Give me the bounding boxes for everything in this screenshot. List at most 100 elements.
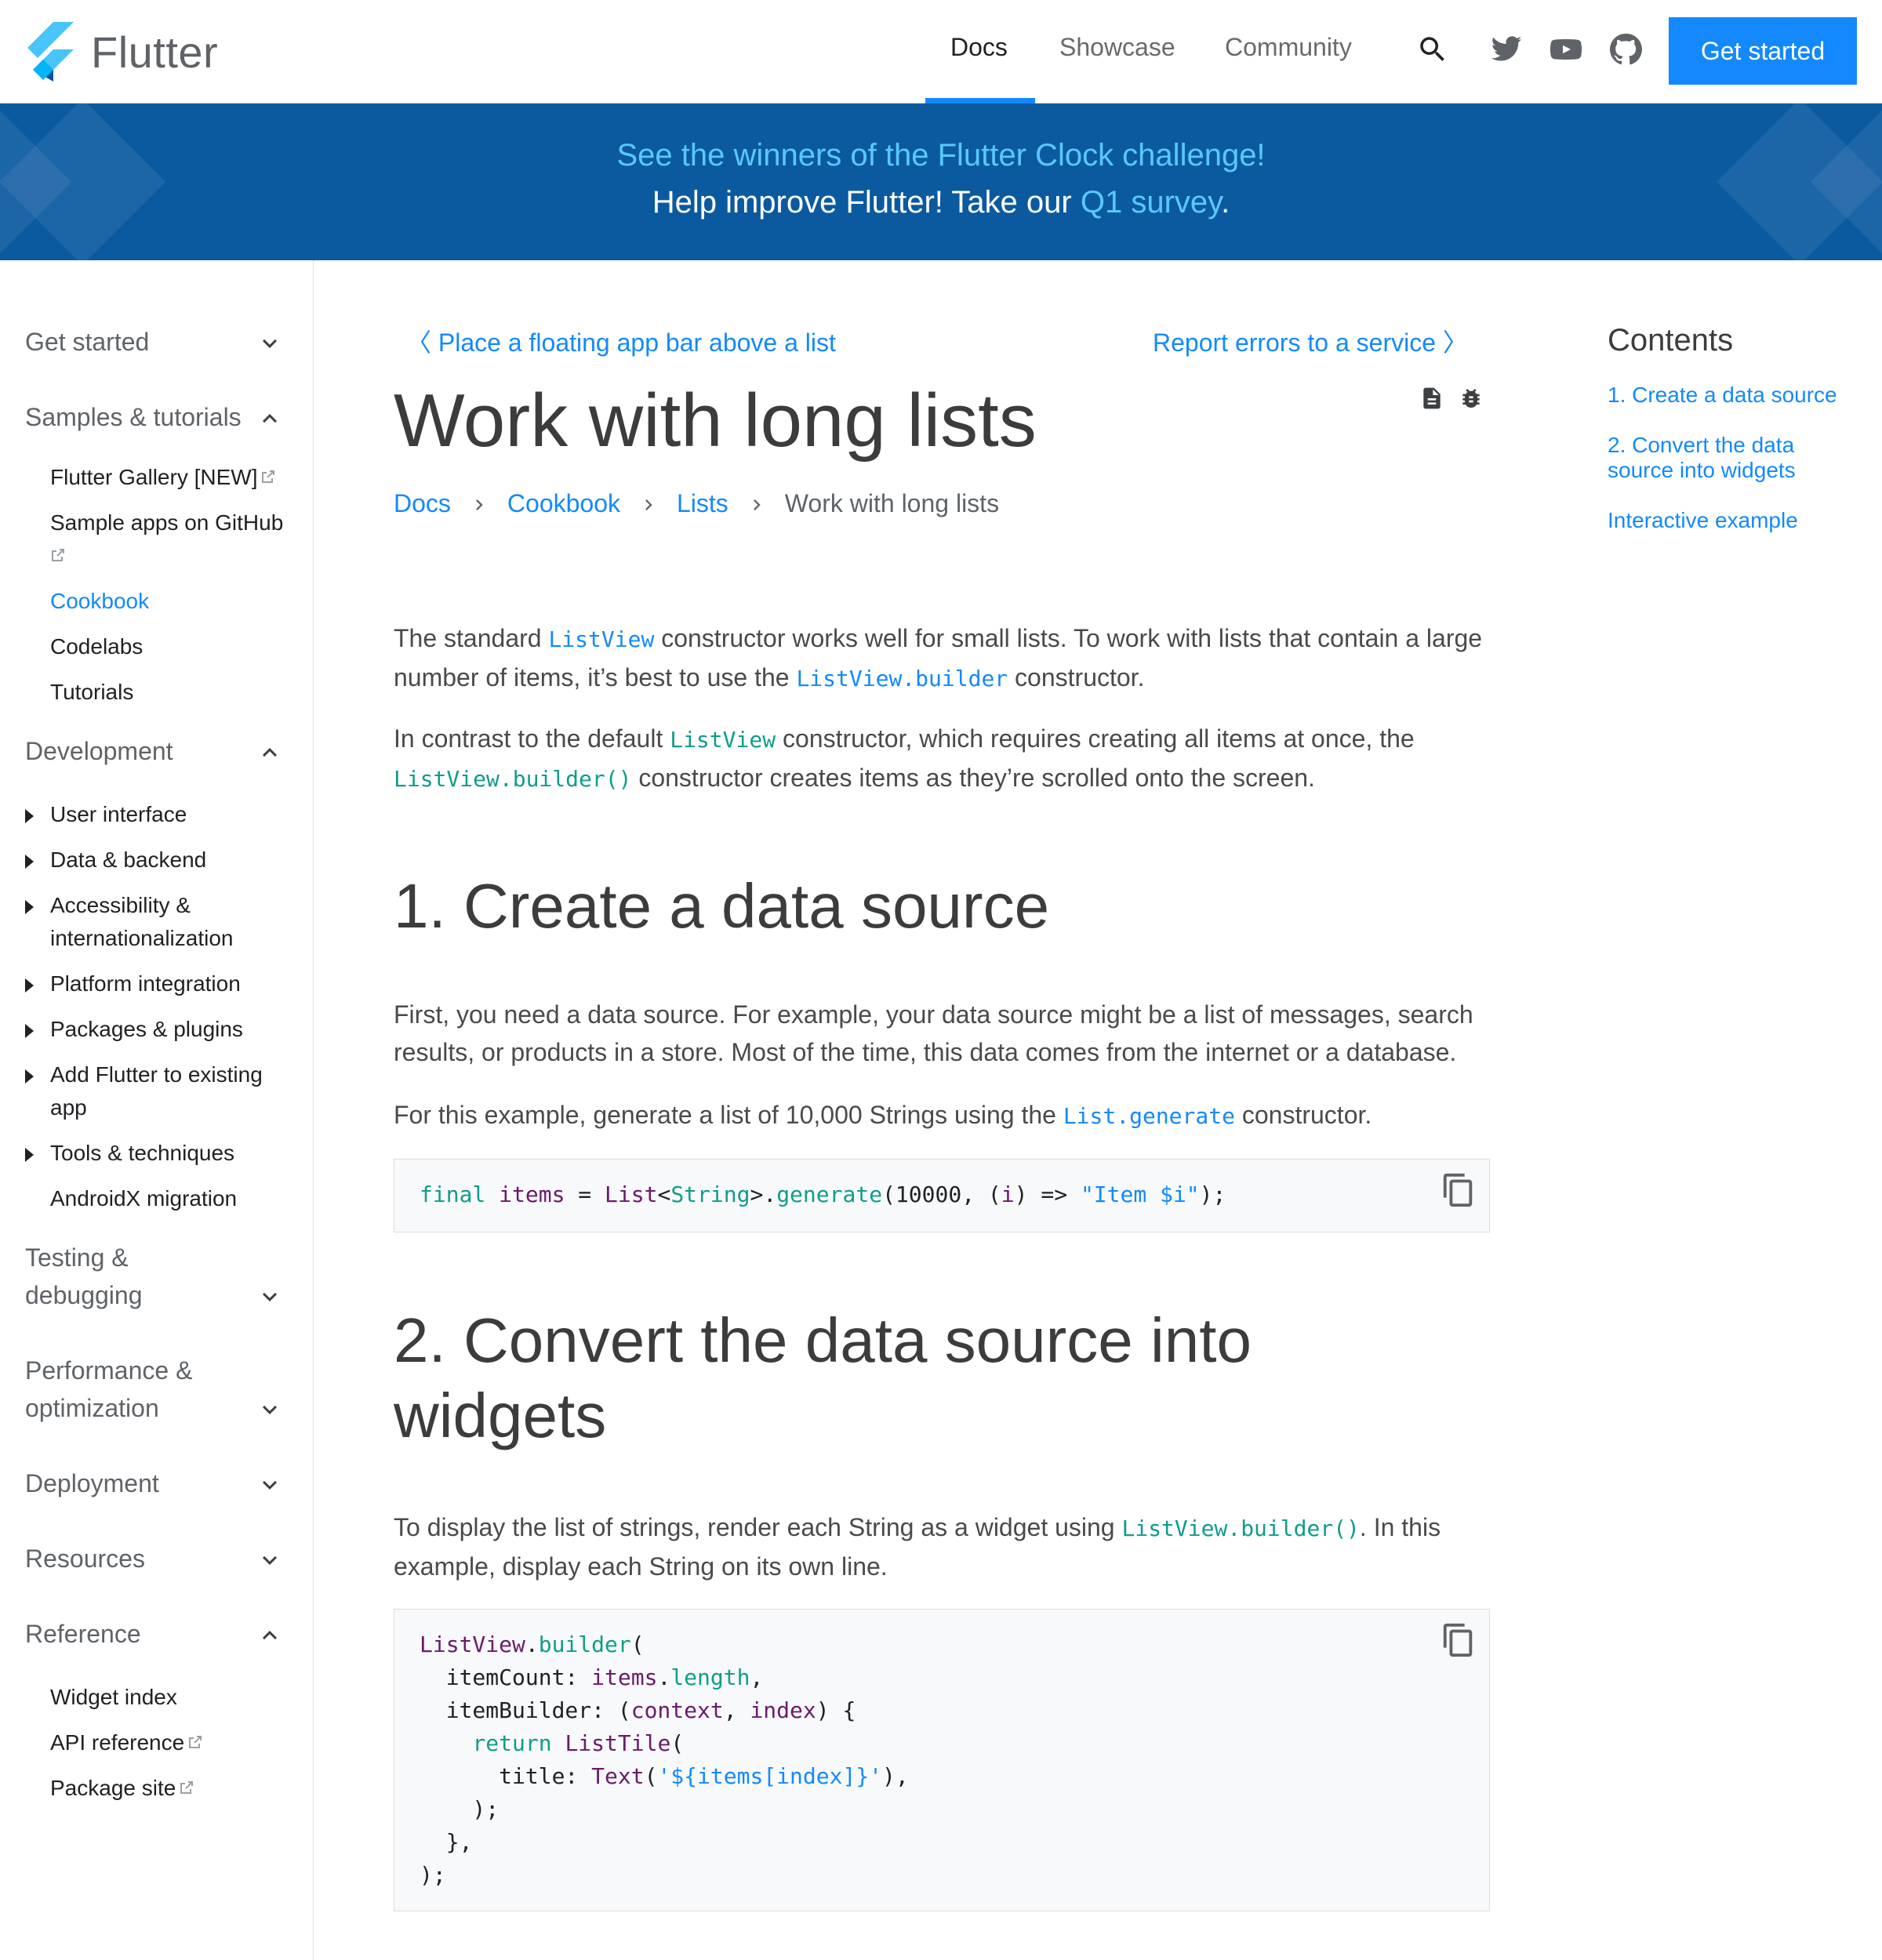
chevron-down-icon[interactable] xyxy=(256,329,284,358)
chevron-up-icon[interactable] xyxy=(256,405,284,433)
code-token: return xyxy=(472,1730,552,1756)
sidebar-testing-cont[interactable]: debugging xyxy=(25,1276,292,1314)
text: For this example, generate a list of 10,… xyxy=(394,1101,1063,1129)
view-source-icon[interactable] xyxy=(1419,386,1444,411)
sidebar-item-tools-techniques[interactable]: Tools & techniques xyxy=(50,1137,293,1170)
sidebar-resources[interactable]: Resources xyxy=(25,1540,292,1577)
sidebar-item-packages-plugins[interactable]: Packages & plugins xyxy=(50,1013,293,1046)
code-block-2: ListView.builder( itemCount: items.lengt… xyxy=(394,1609,1490,1911)
inline-code: ListView.builder() xyxy=(394,766,632,792)
survey-link[interactable]: Q1 survey xyxy=(1081,185,1221,220)
sidebar-samples-tutorials[interactable]: Samples & tutorials xyxy=(25,398,292,436)
breadcrumb-cookbook[interactable]: Cookbook xyxy=(507,489,620,518)
sidebar-item-accessibility[interactable]: Accessibility & xyxy=(50,889,293,922)
chevron-down-icon[interactable] xyxy=(256,1396,284,1424)
chevron-up-icon[interactable] xyxy=(256,1621,284,1650)
nav-showcase[interactable]: Showcase xyxy=(1059,33,1175,62)
sidebar-item-widget-index[interactable]: Widget index xyxy=(50,1681,293,1714)
chevron-right-icon xyxy=(638,493,659,515)
chevron-down-icon[interactable] xyxy=(256,1471,284,1499)
code-listview-builder-link[interactable]: ListView.builder xyxy=(796,666,1008,691)
code-token: = xyxy=(565,1181,605,1207)
toc-link-create-data-source[interactable]: 1. Create a data source xyxy=(1608,383,1866,408)
sidebar-deployment[interactable]: Deployment xyxy=(25,1465,292,1502)
expand-triangle-icon[interactable] xyxy=(25,900,34,914)
sidebar-get-started[interactable]: Get started xyxy=(25,323,292,361)
expand-triangle-icon[interactable] xyxy=(25,1024,34,1038)
sidebar-reference[interactable]: Reference xyxy=(25,1615,292,1653)
next-page-link[interactable]: Report errors to a service 〉 xyxy=(1153,323,1468,359)
banner-survey-suffix: . xyxy=(1221,185,1230,220)
chevron-down-icon[interactable] xyxy=(256,1283,284,1311)
copy-icon[interactable] xyxy=(1441,1172,1477,1208)
sidebar-item-data-backend[interactable]: Data & backend xyxy=(50,844,293,877)
expand-triangle-icon[interactable] xyxy=(25,855,34,869)
copy-icon[interactable] xyxy=(1441,1622,1477,1658)
expand-triangle-icon[interactable] xyxy=(25,809,34,823)
sidebar-item-user-interface[interactable]: User interface xyxy=(50,798,293,831)
sidebar-item-cookbook[interactable]: Cookbook xyxy=(50,585,293,618)
code-token: ( xyxy=(670,1730,685,1756)
code-list-generate-link[interactable]: List.generate xyxy=(1063,1103,1235,1129)
code-token: length xyxy=(670,1664,750,1690)
code-token: ) { xyxy=(816,1697,856,1723)
prev-page-link[interactable]: 〈 Place a floating app bar above a list xyxy=(406,323,836,359)
external-link-icon xyxy=(50,539,66,561)
code-token: itemCount: xyxy=(420,1664,592,1690)
nav-community[interactable]: Community xyxy=(1225,33,1352,62)
sidebar-item-add-to-app[interactable]: Add Flutter to existing xyxy=(50,1058,293,1091)
sidebar-item-tutorials[interactable]: Tutorials xyxy=(50,676,293,709)
chevron-right-icon xyxy=(468,493,490,515)
main-content: 〈 Place a floating app bar above a list … xyxy=(314,260,1568,1960)
youtube-icon[interactable] xyxy=(1548,31,1584,67)
code-token: final xyxy=(420,1181,486,1207)
sidebar-testing[interactable]: Testing & xyxy=(25,1239,292,1276)
sidebar-item-accessibility-cont[interactable]: internationalization xyxy=(50,922,293,955)
code-snippet: ListView.builder( itemCount: items.lengt… xyxy=(394,1610,1489,1911)
nav-active-indicator xyxy=(925,98,1035,103)
sidebar-item-sample-apps[interactable]: Sample apps on GitHub xyxy=(50,506,293,572)
expand-triangle-icon[interactable] xyxy=(25,1069,34,1083)
search-icon[interactable] xyxy=(1415,31,1451,67)
toc-link-convert-data-cont[interactable]: source into widgets xyxy=(1608,458,1866,483)
banner-survey-text: Help improve Flutter! Take our Q1 survey… xyxy=(0,185,1882,220)
banner-decoration-left-2 xyxy=(0,103,166,260)
code-token: (10000, ( xyxy=(882,1181,1001,1207)
text: To display the list of strings, render e… xyxy=(394,1513,1122,1541)
external-link-icon xyxy=(187,1726,203,1748)
github-icon[interactable] xyxy=(1608,31,1644,67)
breadcrumb-docs[interactable]: Docs xyxy=(394,489,451,518)
code-token: i xyxy=(1001,1181,1015,1207)
sidebar-item-flutter-gallery[interactable]: Flutter Gallery [NEW] xyxy=(50,461,293,494)
flutter-logo[interactable]: Flutter xyxy=(24,22,218,82)
chevron-down-icon[interactable] xyxy=(256,1546,284,1574)
report-bug-icon[interactable] xyxy=(1459,386,1484,411)
sidebar-performance[interactable]: Performance & xyxy=(25,1352,292,1389)
sidebar-item-add-to-app-cont[interactable]: app xyxy=(50,1091,293,1124)
breadcrumb-lists[interactable]: Lists xyxy=(677,489,728,518)
code-token: items xyxy=(591,1664,658,1690)
chevron-up-icon[interactable] xyxy=(256,739,284,767)
sidebar-item-androidx[interactable]: AndroidX migration xyxy=(50,1182,293,1215)
code-token: ( xyxy=(630,1632,645,1657)
chevron-left-icon: 〈 xyxy=(406,328,432,357)
code-listview-link[interactable]: ListView xyxy=(548,626,654,652)
code-block-1: final items = List<String>.generate(1000… xyxy=(394,1159,1490,1232)
get-started-button[interactable]: Get started xyxy=(1669,17,1857,85)
sidebar-item-label: Package site xyxy=(50,1776,176,1800)
sidebar-development[interactable]: Development xyxy=(25,732,292,770)
nav-docs[interactable]: Docs xyxy=(950,33,1008,62)
expand-triangle-icon[interactable] xyxy=(25,1148,34,1162)
sidebar-item-codelabs[interactable]: Codelabs xyxy=(50,630,293,663)
expand-triangle-icon[interactable] xyxy=(25,978,34,993)
twitter-icon[interactable] xyxy=(1488,31,1524,67)
banner-clock-challenge-link[interactable]: See the winners of the Flutter Clock cha… xyxy=(0,138,1882,173)
toc-link-interactive-example[interactable]: Interactive example xyxy=(1608,508,1866,533)
inline-code: ListView xyxy=(670,727,776,753)
toc-link-convert-data[interactable]: 2. Convert the data xyxy=(1608,433,1866,458)
sidebar-item-package-site[interactable]: Package site xyxy=(50,1772,293,1805)
sidebar-item-api-reference[interactable]: API reference xyxy=(50,1726,293,1759)
text: In contrast to the default xyxy=(394,724,670,753)
sidebar-performance-cont[interactable]: optimization xyxy=(25,1389,292,1427)
sidebar-item-platform-integration[interactable]: Platform integration xyxy=(50,967,293,1000)
